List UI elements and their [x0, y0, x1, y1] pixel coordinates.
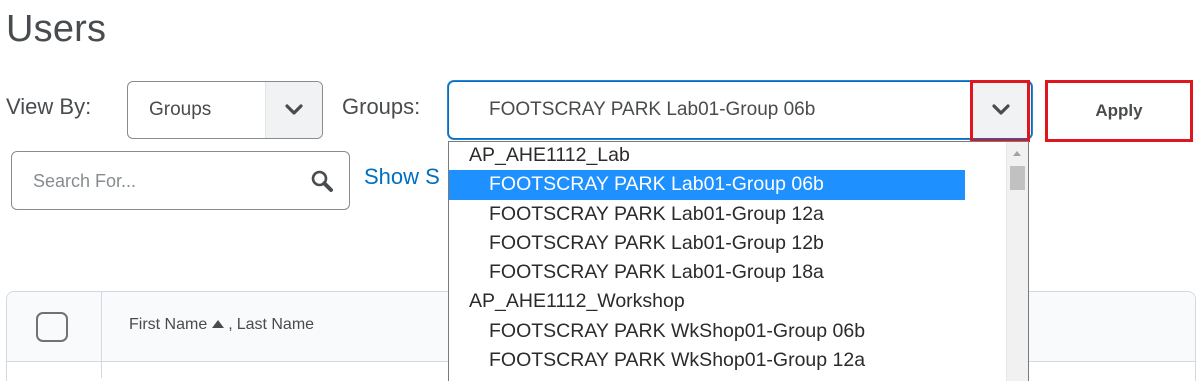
view-by-select[interactable]: Groups: [127, 81, 323, 139]
search-button[interactable]: [309, 168, 335, 194]
view-by-label: View By:: [6, 94, 92, 119]
dropdown-option[interactable]: FOOTSCRAY PARK Lab01-Group 18a: [449, 258, 965, 287]
chevron-down-icon: [992, 104, 1010, 115]
groups-selected-value: FOOTSCRAY PARK Lab01-Group 06b: [489, 99, 816, 120]
show-search-options-link[interactable]: Show S: [364, 164, 448, 190]
search-input[interactable]: [31, 152, 295, 211]
dropdown-scrollbar[interactable]: [1006, 142, 1028, 381]
groups-label: Groups:: [342, 94, 421, 119]
sort-ascending-icon: [212, 320, 225, 328]
chevron-down-icon: [285, 104, 303, 115]
apply-button[interactable]: Apply: [1045, 80, 1193, 142]
view-by-selected-value: Groups: [149, 99, 212, 120]
groups-dropdown-list[interactable]: AP_AHE1112_Lab FOOTSCRAY PARK Lab01-Grou…: [448, 141, 1029, 381]
scrollbar-thumb[interactable]: [1010, 166, 1025, 190]
view-by-chevron-button[interactable]: [265, 82, 322, 138]
select-all-cell: [7, 292, 102, 378]
dropdown-option[interactable]: FOOTSCRAY PARK WkShop01-Group 12a: [449, 346, 965, 375]
dropdown-option[interactable]: FOOTSCRAY PARK Lab01-Group 12b: [449, 229, 965, 258]
groups-select[interactable]: FOOTSCRAY PARK Lab01-Group 06b: [448, 81, 1032, 139]
name-column-header: First Name , Last Name: [129, 316, 314, 334]
search-box: [11, 151, 350, 211]
dropdown-group-label: AP_AHE1112_Lab: [469, 144, 630, 166]
page-title: Users: [6, 8, 107, 50]
dropdown-option[interactable]: FOOTSCRAY PARK WkShop01-Group 06b: [449, 317, 965, 346]
dropdown-option[interactable]: FOOTSCRAY PARK Lab01-Group 06b: [449, 170, 965, 200]
scroll-up-arrow-icon[interactable]: [1013, 151, 1021, 156]
search-icon: [311, 170, 333, 192]
dropdown-option[interactable]: FOOTSCRAY PARK Lab01-Group 12a: [449, 200, 965, 229]
header-separator: ,: [228, 316, 233, 333]
select-all-checkbox[interactable]: [36, 312, 68, 342]
dropdown-group-label: AP_AHE1112_Workshop: [469, 290, 685, 313]
groups-chevron-button[interactable]: [970, 82, 1031, 138]
last-name-sort-link[interactable]: Last Name: [237, 316, 314, 334]
first-name-sort-link[interactable]: First Name: [129, 316, 207, 334]
